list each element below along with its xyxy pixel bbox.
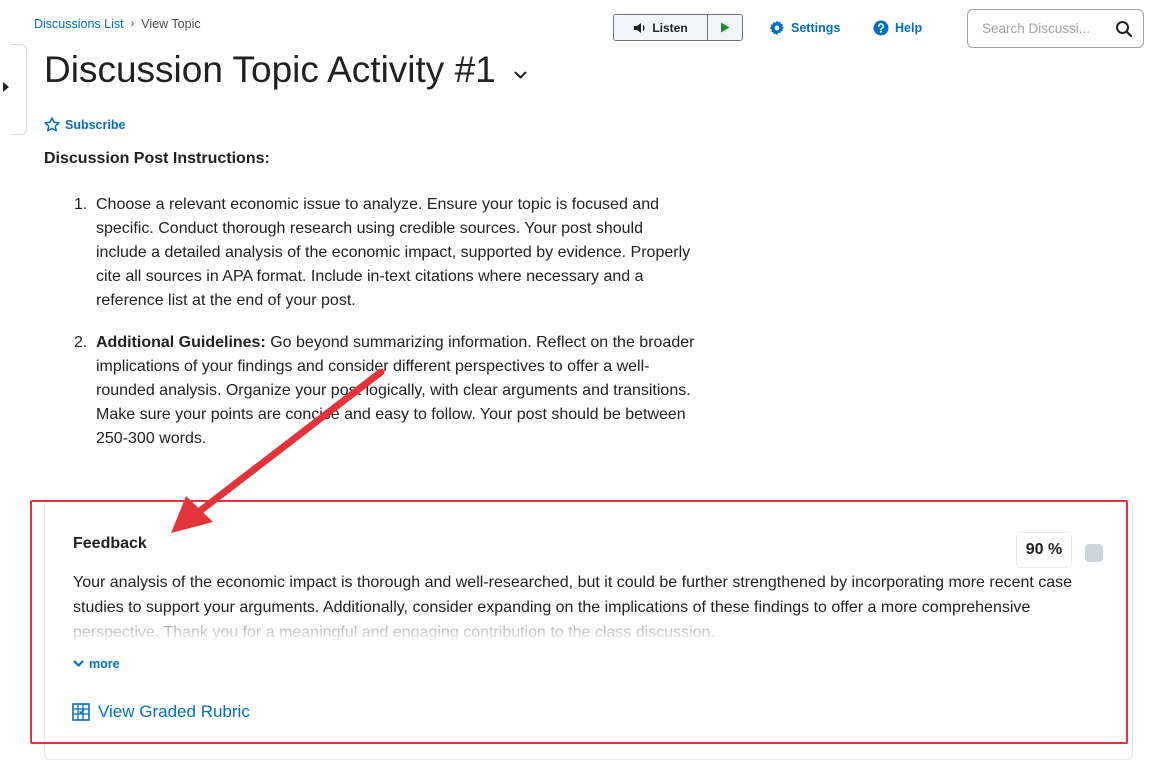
star-outline-icon (44, 117, 60, 132)
list-number: 1. (74, 196, 88, 213)
side-panel-toggle[interactable] (3, 44, 27, 135)
gear-icon (769, 20, 784, 36)
search-input[interactable] (982, 21, 1100, 36)
topic-title: Discussion Topic Activity #1 (44, 49, 496, 90)
play-button[interactable] (708, 15, 742, 40)
search-discussions (967, 9, 1144, 48)
collapse-triangle-icon (3, 81, 9, 92)
list-item-text: Choose a relevant economic issue to anal… (96, 196, 691, 309)
breadcrumb-discussions-list[interactable]: Discussions List (34, 17, 124, 31)
subscribe-link[interactable]: Subscribe (44, 117, 125, 132)
settings-link[interactable]: Settings (769, 20, 840, 36)
settings-label: Settings (791, 21, 841, 35)
list-item: 1. Choose a relevant economic issue to a… (74, 193, 696, 313)
help-label: Help (895, 21, 923, 35)
breadcrumb: Discussions List › View Topic (34, 17, 201, 31)
annotation-highlight-box (30, 500, 1128, 744)
play-icon (721, 22, 730, 33)
instructions-heading: Discussion Post Instructions: (44, 150, 270, 167)
breadcrumb-separator: › (130, 18, 135, 30)
list-item-bold: Additional Guidelines: (96, 334, 266, 351)
chevron-down-icon (514, 71, 527, 79)
list-item: 2. Additional Guidelines: Go beyond summ… (74, 331, 696, 451)
help-link[interactable]: Help (873, 20, 922, 36)
search-button[interactable] (1115, 20, 1133, 43)
topic-actions-menu[interactable] (514, 46, 527, 88)
list-number: 2. (74, 334, 88, 351)
help-icon (873, 20, 889, 36)
read-aloud-control: Listen (613, 14, 743, 41)
page-title: Discussion Topic Activity #1 (44, 49, 527, 91)
listen-button[interactable]: Listen (614, 15, 708, 40)
instructions-list: 1. Choose a relevant economic issue to a… (74, 193, 696, 469)
subscribe-label: Subscribe (65, 117, 126, 132)
listen-label: Listen (652, 20, 688, 35)
breadcrumb-current: View Topic (141, 17, 201, 31)
search-icon (1116, 21, 1133, 38)
speaker-icon (634, 22, 645, 33)
